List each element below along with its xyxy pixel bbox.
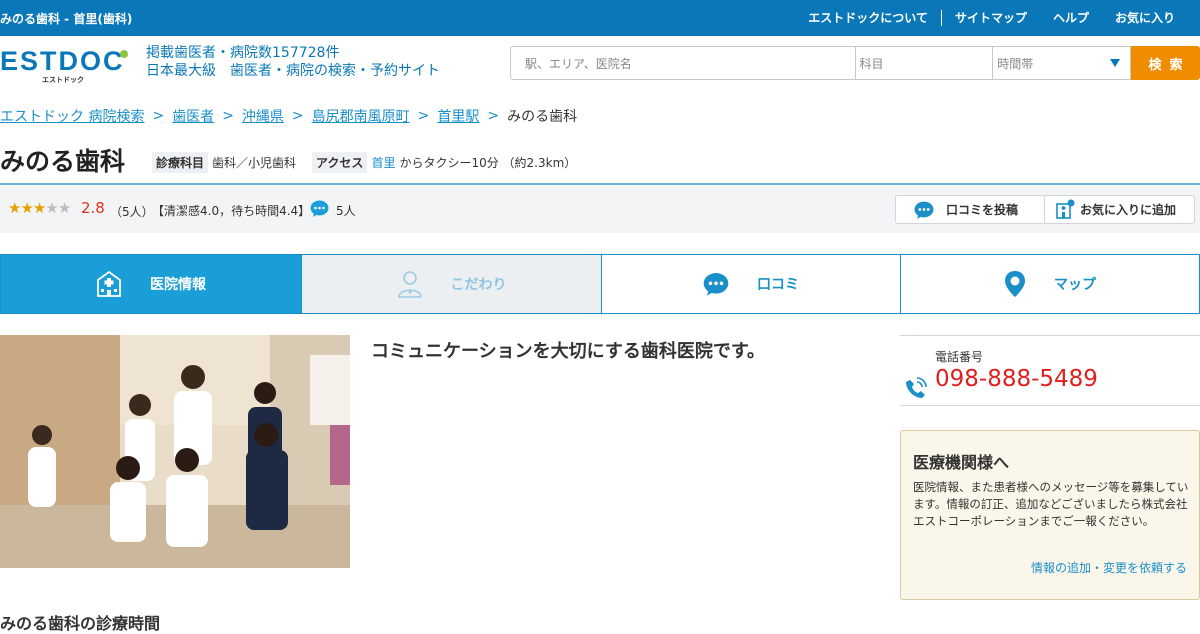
breadcrumb-separator: >	[417, 108, 430, 124]
page-title-bar: みのる歯科 - 首里(歯科)	[0, 12, 133, 26]
site-tagline: 掲載歯医者・病院数157728件 日本最大級 歯医者・病院の検索・予約サイト	[146, 44, 440, 80]
breadcrumb-station[interactable]: 首里駅	[437, 106, 479, 126]
chevron-down-icon	[1110, 59, 1121, 67]
tab-map-label: マップ	[1054, 277, 1096, 293]
star-rating: ★★★★★	[8, 199, 71, 217]
comment-bubble-icon	[310, 200, 329, 217]
clinic-tabs: 医院情報 こだわり 口コミ マップ	[0, 254, 1200, 314]
breadcrumb-prefecture[interactable]: 沖縄県	[242, 106, 284, 126]
top-nav: エストドックについて サイトマップ ヘルプ お気に入り	[795, 10, 1188, 26]
notice-title: 医療機関様へ	[913, 453, 1010, 472]
tagline-description: 日本最大級 歯医者・病院の検索・予約サイト	[146, 63, 440, 79]
breadcrumb: エストドック 病院検索 > 歯医者 > 沖縄県 > 島尻郡南風原町 > 首里駅 > みのる…	[0, 106, 577, 126]
tab-map[interactable]: マップ	[901, 254, 1200, 314]
star-icon: ★	[8, 199, 21, 217]
tab-clinic-info-label: 医院情報	[150, 277, 206, 293]
time-select[interactable]: 時間帯	[993, 46, 1132, 80]
nav-favorites-link[interactable]: お気に入り	[1102, 10, 1188, 26]
add-favorite-label: お気に入りに追加	[1080, 203, 1177, 217]
breadcrumb-current: みのる歯科	[507, 109, 578, 125]
tagline-count: 掲載歯医者・病院数157728件	[146, 45, 340, 61]
access-detail: からタクシー10分 （約2.3km）	[399, 156, 577, 170]
add-favorite-button[interactable]: お気に入りに追加	[1044, 195, 1195, 224]
tab-features[interactable]: こだわり	[302, 254, 602, 314]
access-station-link[interactable]: 首里	[371, 154, 395, 171]
request-update-link[interactable]: 情報の追加・変更を依頼する	[1031, 559, 1187, 576]
clinic-name: みのる歯科	[0, 147, 126, 176]
post-review-button[interactable]: 口コミを投稿	[895, 195, 1046, 224]
search-button[interactable]: 検索	[1131, 46, 1200, 80]
star-empty-icon: ★	[57, 199, 71, 217]
breadcrumb-town[interactable]: 島尻郡南風原町	[312, 106, 410, 126]
breadcrumb-separator: >	[152, 108, 165, 124]
breadcrumb-separator: >	[487, 108, 500, 124]
clinic-favorite-icon	[1056, 199, 1075, 219]
tab-reviews-label: 口コミ	[757, 277, 799, 293]
breadcrumb-separator: >	[222, 108, 234, 124]
breadcrumb-dentist[interactable]: 歯医者	[172, 106, 214, 126]
tab-reviews[interactable]: 口コミ	[602, 254, 901, 314]
clinic-headline: コミュニケーションを大切にする歯科医院です。	[371, 341, 766, 362]
rating-count: （5人）	[110, 205, 154, 219]
logo-subtext: エストドック	[42, 75, 84, 84]
comment-bubble-icon	[703, 273, 729, 296]
star-empty-icon: ★	[45, 199, 58, 217]
phone-label: 電話番号	[935, 350, 984, 364]
top-bar: みのる歯科 - 首里(歯科) エストドックについて サイトマップ ヘルプ お気に…	[0, 0, 1200, 36]
subject-select[interactable]: 科目	[855, 46, 994, 80]
dept-value: 歯科／小児歯科	[212, 156, 297, 170]
breadcrumb-separator: >	[291, 108, 304, 124]
doctor-icon	[397, 271, 422, 298]
star-icon: ★	[20, 199, 33, 217]
breadcrumb-top[interactable]: エストドック 病院検索	[0, 106, 144, 126]
post-review-label: 口コミを投稿	[946, 203, 1019, 217]
keyword-search-input[interactable]: 駅、エリア、医院名	[510, 46, 856, 80]
map-pin-icon	[1005, 271, 1025, 297]
phone-icon	[906, 377, 927, 398]
hospital-icon	[97, 271, 121, 297]
estdoc-logo[interactable]: ESTDOC エストドック	[0, 44, 132, 84]
clinic-staff-photo	[0, 335, 350, 568]
logo-plus-mark	[120, 50, 128, 58]
logo-text: ESTDOC	[0, 46, 125, 76]
phone-number[interactable]: 098-888-5489	[935, 366, 1098, 392]
nav-about-link[interactable]: エストドックについて	[795, 10, 942, 26]
time-select-label: 時間帯	[997, 56, 1034, 71]
comment-bubble-icon	[914, 201, 934, 219]
tab-features-label: こだわり	[450, 277, 507, 293]
rating-score: 2.8	[81, 199, 105, 217]
dept-label: 診療科目	[152, 152, 209, 173]
search-bar: 駅、エリア、医院名 科目 時間帯 検索	[510, 46, 1200, 80]
notice-body: 医院情報、また患者様へのメッセージ等を募集しています。情報の訂正、追加などござい…	[913, 480, 1189, 528]
rating-detail: 【清潔感4.0，待ち時間4.4】	[152, 204, 311, 218]
nav-sitemap-link[interactable]: サイトマップ	[942, 10, 1040, 26]
hours-section-title: みのる歯科の診療時間	[0, 614, 161, 633]
star-icon: ★	[32, 199, 46, 217]
access-label: アクセス	[312, 152, 368, 173]
nav-help-link[interactable]: ヘルプ	[1040, 10, 1102, 26]
phone-box: 電話番号 098-888-5489	[900, 335, 1200, 406]
tab-clinic-info[interactable]: 医院情報	[0, 254, 302, 314]
clinic-meta: 診療科目 歯科／小児歯科 アクセス 首里 からタクシー10分 （約2.3km）	[152, 152, 592, 173]
reviewer-count: 5人	[336, 204, 356, 218]
medical-institution-notice: 医療機関様へ 医院情報、また患者様へのメッセージ等を募集しています。情報の訂正、…	[900, 430, 1200, 600]
